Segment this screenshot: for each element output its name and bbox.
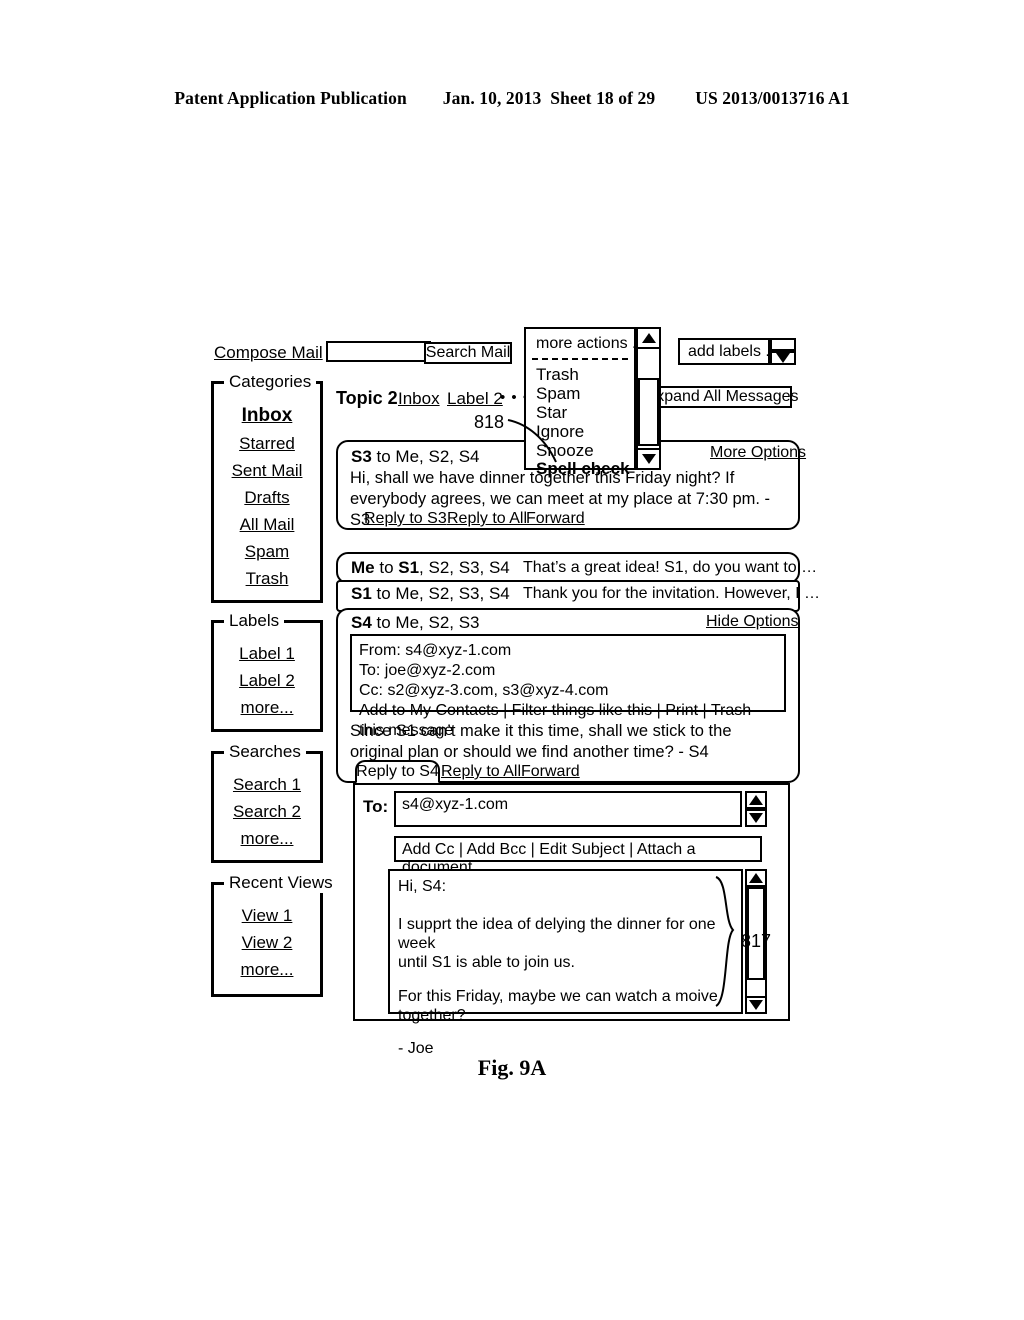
compose-mail-link[interactable]: Compose Mail	[214, 343, 323, 363]
more-actions-title: more actions ...	[536, 335, 646, 352]
sidebar-item-search-1[interactable]: Search 1	[214, 775, 320, 795]
group-title-searches: Searches	[224, 742, 306, 762]
thread-tag-label-2[interactable]: Label 2	[447, 389, 503, 409]
sidebar-group-searches: Searches Search 1 Search 2 more...	[211, 742, 323, 863]
sidebar-item-trash[interactable]: Trash	[214, 569, 320, 589]
sidebar-items-recent-views: View 1 View 2 more...	[214, 885, 320, 980]
sidebar-item-drafts[interactable]: Drafts	[214, 488, 320, 508]
message-header-me: Me to S1, S2, S3, S4	[351, 558, 510, 578]
compose-to-field[interactable]: s4@xyz-1.com	[394, 791, 742, 827]
reference-number-818: 818	[474, 412, 505, 432]
message-recipients-s3: to Me, S2, S4	[371, 447, 480, 466]
compose-body-line-1: Hi, S4:	[398, 878, 447, 895]
sidebar-group-labels: Labels Label 1 Label 2 more...	[211, 611, 323, 732]
sidebar-item-sent-mail[interactable]: Sent Mail	[214, 461, 320, 481]
message-header-s4: S4 to Me, S2, S3	[351, 613, 480, 633]
add-labels-select[interactable]: add labels ...	[678, 338, 779, 365]
sidebar-item-view-1[interactable]: View 1	[214, 906, 320, 926]
sidebar-item-label-1[interactable]: Label 1	[214, 644, 320, 664]
detail-from: From: s4@xyz-1.com	[359, 642, 512, 659]
sidebar-item-view-2[interactable]: View 2	[214, 933, 320, 953]
search-mail-button[interactable]: Search Mail	[424, 342, 512, 364]
sidebar-items-categories: Inbox Starred Sent Mail Drafts All Mail …	[214, 384, 320, 589]
compose-scroll-down-icon[interactable]	[745, 996, 767, 1014]
compose-body-line-6: For this Friday, maybe we can watch a mo…	[398, 988, 718, 1024]
chevron-down-icon[interactable]	[770, 351, 796, 365]
reply-to-s3-link[interactable]: Reply to S3	[364, 510, 447, 528]
tab-reply-to-all-s4[interactable]: Reply to All	[441, 763, 521, 781]
sidebar-item-inbox[interactable]: Inbox	[214, 405, 320, 427]
compose-body-line-2	[398, 896, 733, 915]
group-title-labels: Labels	[224, 611, 285, 631]
message-recipients-me: , S2, S3, S4	[419, 558, 510, 577]
message-sender-s3: S3	[351, 447, 372, 466]
reply-to-all-link-s3[interactable]: Reply to All	[447, 510, 527, 528]
menu-item-snooze[interactable]: Snooze	[536, 441, 594, 461]
add-labels-select-top[interactable]	[770, 338, 796, 351]
compose-scroll-up-icon[interactable]	[745, 869, 767, 887]
to-field-scroll-down-icon[interactable]	[745, 809, 767, 827]
message-header-s3: S3 to Me, S2, S4	[351, 447, 480, 467]
sidebar-item-starred[interactable]: Starred	[214, 434, 320, 454]
message-sender-s4: S4	[351, 613, 372, 632]
sidebar-group-categories: Categories Inbox Starred Sent Mail Draft…	[211, 372, 323, 603]
tab-forward-s4[interactable]: Forward	[521, 763, 580, 781]
sidebar-item-views-more[interactable]: more...	[214, 960, 320, 980]
message-header-s1: S1 to Me, S2, S3, S4	[351, 584, 510, 604]
search-input[interactable]	[326, 341, 431, 362]
menu-scroll-up-icon[interactable]	[636, 327, 661, 349]
thread-tag-inbox[interactable]: Inbox	[398, 389, 440, 409]
menu-scroll-thumb[interactable]	[638, 378, 659, 446]
message-recipients-s1: to Me, S2, S3, S4	[371, 584, 510, 603]
message-recipient-bold-me: S1	[398, 558, 420, 577]
compose-body-line-5	[398, 972, 733, 987]
tab-reply-to-s4[interactable]: Reply to S4	[355, 760, 440, 784]
sidebar-item-search-2[interactable]: Search 2	[214, 802, 320, 822]
figure-caption: Fig. 9A	[477, 1055, 547, 1080]
sidebar-items-labels: Label 1 Label 2 more...	[214, 623, 320, 718]
menu-item-trash[interactable]: Trash	[536, 365, 579, 385]
sidebar-item-labels-more[interactable]: more...	[214, 698, 320, 718]
menu-item-spell-check[interactable]: Spell check	[536, 459, 630, 479]
sidebar-item-all-mail[interactable]: All Mail	[214, 515, 320, 535]
compose-to-label: To:	[363, 797, 389, 816]
to-field-scroll-up-icon[interactable]	[745, 791, 767, 809]
thread-topic-title: Topic 2	[336, 388, 398, 408]
expand-all-messages-button[interactable]: Expand All Messages	[646, 386, 799, 408]
message-snippet-me: That’s a great idea! S1, do you want to …	[523, 559, 818, 576]
message-recipients-s4: to Me, S2, S3	[371, 613, 480, 632]
hide-options-link-s4[interactable]: Hide Options	[706, 613, 799, 631]
compose-options-bar[interactable]: Add Cc | Add Bcc | Edit Subject | Attach…	[394, 836, 762, 876]
reference-number-817: 817	[741, 931, 772, 951]
sidebar-group-recent-views: Recent Views View 1 View 2 more...	[211, 873, 338, 997]
message-snippet-s1: Thank you for the invitation. However, I…	[523, 585, 821, 602]
compose-body-line-7	[398, 1025, 733, 1039]
sidebar-item-label-2[interactable]: Label 2	[214, 671, 320, 691]
message-body-s4: Since S1 can’t make it this time, shall …	[350, 721, 790, 763]
forward-link-s3[interactable]: Forward	[526, 510, 585, 528]
compose-body-line-4: until S1 is able to join us.	[398, 954, 575, 971]
detail-cc: Cc: s2@xyz-3.com, s3@xyz-4.com	[359, 682, 609, 699]
menu-item-spam[interactable]: Spam	[536, 384, 580, 404]
menu-item-star[interactable]: Star	[536, 403, 567, 423]
sidebar-item-searches-more[interactable]: more...	[214, 829, 320, 849]
message-body-s4-line1: Since S1 can’t make it this time, shall …	[350, 722, 732, 740]
message-to-word-me: to	[374, 558, 399, 577]
group-title-categories: Categories	[224, 372, 317, 392]
sidebar-items-searches: Search 1 Search 2 more...	[214, 754, 320, 849]
menu-scroll-down-icon[interactable]	[636, 448, 661, 470]
more-options-link-s3[interactable]: More Options	[710, 444, 806, 462]
detail-to: To: joe@xyz-2.com	[359, 662, 496, 679]
more-actions-dropdown[interactable]: more actions ... Trash Spam Star Ignore …	[524, 327, 645, 478]
figure-9a: Compose Mail Search Mail add labels ... …	[0, 0, 1024, 1320]
compose-body-field[interactable]: Hi, S4: I supprt the idea of delying the…	[388, 869, 743, 1057]
message-sender-me: Me	[351, 558, 375, 577]
more-actions-separator	[532, 358, 628, 360]
message-sender-s1: S1	[351, 584, 372, 603]
compose-body-line-3: I supprt the idea of delying the dinner …	[398, 916, 716, 952]
menu-item-ignore[interactable]: Ignore	[536, 422, 584, 442]
group-title-recent-views: Recent Views	[224, 873, 338, 893]
message-details-s4: From: s4@xyz-1.com To: joe@xyz-2.com Cc:…	[350, 634, 786, 739]
sidebar-item-spam[interactable]: Spam	[214, 542, 320, 562]
